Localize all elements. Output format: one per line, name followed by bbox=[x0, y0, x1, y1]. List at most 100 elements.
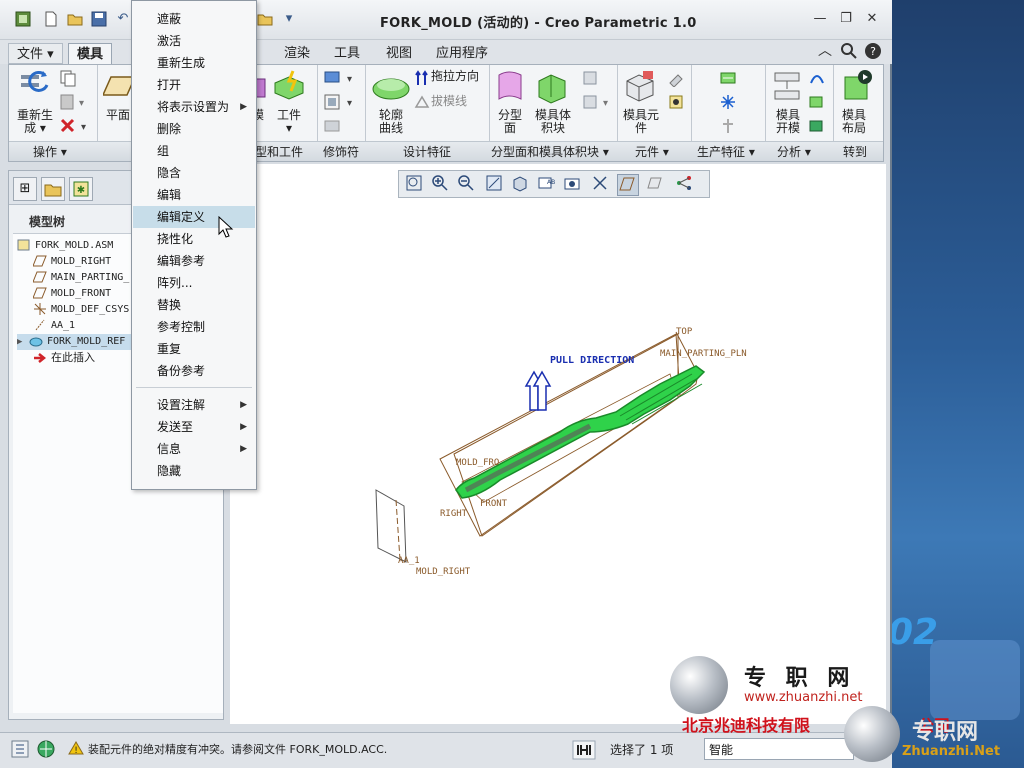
customize-toolbar-icon[interactable]: ▾ bbox=[280, 10, 298, 28]
production-feature-icon[interactable] bbox=[719, 69, 737, 90]
menu-item-regenerate[interactable]: 重新生成 bbox=[133, 52, 255, 74]
app-logo-icon[interactable] bbox=[14, 10, 32, 28]
maximize-button[interactable]: ❐ bbox=[836, 10, 856, 28]
group-model-workpiece[interactable]: 型和工件 bbox=[255, 144, 303, 160]
mold-component-button[interactable]: 模具元 件 bbox=[619, 109, 663, 135]
save-icon[interactable] bbox=[90, 10, 108, 28]
close-button[interactable]: ✕ bbox=[862, 10, 882, 28]
tree-item-main-parting[interactable]: MAIN_PARTING_ bbox=[33, 270, 129, 286]
analysis-draft-icon[interactable] bbox=[807, 69, 825, 90]
find-icon[interactable] bbox=[572, 740, 596, 763]
folder-icon[interactable] bbox=[256, 10, 274, 28]
cooling-icon[interactable] bbox=[719, 117, 737, 138]
group-modifiers[interactable]: 修饰符 bbox=[323, 144, 359, 160]
menu-item-info[interactable]: 信息 ▶ bbox=[133, 438, 255, 460]
layout-toggle-icon[interactable] bbox=[10, 739, 30, 762]
open-folder-icon[interactable] bbox=[66, 10, 84, 28]
sprue-icon[interactable] bbox=[719, 93, 737, 114]
workpiece-button[interactable]: 工件 ▾ bbox=[271, 109, 307, 135]
parting-surface-icon[interactable] bbox=[495, 69, 525, 108]
copy-icon[interactable] bbox=[59, 69, 77, 90]
menu-item-set-annotation[interactable]: 设置注解 ▶ bbox=[133, 394, 255, 416]
workpiece-icon[interactable] bbox=[271, 69, 307, 104]
component-tool-icon[interactable] bbox=[667, 69, 685, 90]
split-icon[interactable] bbox=[581, 69, 599, 90]
tab-applications[interactable]: 应用程序 bbox=[428, 43, 496, 64]
tab-mold[interactable]: 模具 bbox=[68, 43, 113, 64]
menu-item-group[interactable]: 组 bbox=[133, 140, 255, 162]
menu-item-suppress[interactable]: 隐含 bbox=[133, 162, 255, 184]
new-file-icon[interactable] bbox=[42, 10, 60, 28]
tree-item-mold-right[interactable]: MOLD_RIGHT bbox=[33, 254, 111, 270]
menu-item-pattern[interactable]: 阵列... bbox=[133, 272, 255, 294]
split-options-icon[interactable]: ▾ bbox=[581, 93, 613, 114]
tree-item-ref-model[interactable]: ▶ FORK_MOLD_REF bbox=[17, 334, 139, 350]
menu-item-edit-references[interactable]: 编辑参考 bbox=[133, 250, 255, 272]
folder-browser-tab-icon[interactable] bbox=[41, 177, 65, 201]
menu-item-delete[interactable]: 删除 bbox=[133, 118, 255, 140]
group-parting-volume[interactable]: 分型面和模具体积块 ▾ bbox=[491, 144, 609, 160]
draft-line-button[interactable]: 拔模线 bbox=[431, 95, 491, 108]
draft-line-icon[interactable] bbox=[413, 93, 431, 114]
menu-item-edit-definition[interactable]: 编辑定义 bbox=[133, 206, 255, 228]
mold-component-icon[interactable] bbox=[623, 69, 657, 106]
component-gear-icon[interactable] bbox=[667, 93, 685, 114]
tab-render[interactable]: 渲染 bbox=[276, 43, 318, 64]
modifier-pattern-icon[interactable]: ▾ bbox=[323, 93, 359, 114]
menu-item-flexible[interactable]: 挠性化 bbox=[133, 228, 255, 250]
regenerate-button[interactable]: 重新生 成 ▾ bbox=[13, 109, 57, 135]
tree-item-csys[interactable]: MOLD_DEF_CSYS bbox=[33, 302, 129, 318]
drag-direction-button[interactable]: 拖拉方向 bbox=[431, 70, 491, 83]
parting-surface-button[interactable]: 分型 面 bbox=[495, 109, 525, 135]
tree-item-mold-front[interactable]: MOLD_FRONT bbox=[33, 286, 111, 302]
menu-item-replace[interactable]: 替换 bbox=[133, 294, 255, 316]
modifier-gray-icon[interactable] bbox=[323, 117, 343, 138]
group-analysis[interactable]: 分析 ▾ bbox=[777, 144, 811, 160]
menu-item-set-representation[interactable]: 将表示设置为 ▶ bbox=[133, 96, 255, 118]
model-tree-tab-icon[interactable]: ⊞ bbox=[13, 177, 37, 201]
menu-item-open[interactable]: 打开 bbox=[133, 74, 255, 96]
analysis-thickness-icon[interactable] bbox=[807, 93, 825, 114]
menu-item-mask[interactable]: 遮蔽 bbox=[133, 8, 255, 30]
tab-view[interactable]: 视图 bbox=[378, 43, 420, 64]
group-operations[interactable]: 操作 ▾ bbox=[33, 144, 67, 160]
plane-button[interactable]: 平面 bbox=[103, 109, 133, 122]
mold-volume-button[interactable]: 模具体 积块 bbox=[527, 109, 579, 135]
tree-item-assembly[interactable]: FORK_MOLD.ASM bbox=[17, 238, 113, 254]
group-components[interactable]: 元件 ▾ bbox=[635, 144, 669, 160]
tab-tools[interactable]: 工具 bbox=[326, 43, 368, 64]
minimize-button[interactable]: — bbox=[810, 10, 830, 28]
help-icon[interactable]: ? bbox=[864, 42, 882, 60]
group-goto[interactable]: 转到 bbox=[843, 144, 867, 160]
regenerate-icon[interactable] bbox=[19, 69, 51, 104]
menu-item-reference-control[interactable]: 参考控制 bbox=[133, 316, 255, 338]
tab-file[interactable]: 文件 ▾ bbox=[8, 43, 63, 64]
menu-item-hide[interactable]: 隐藏 bbox=[133, 460, 255, 482]
mold-layout-icon[interactable] bbox=[841, 69, 873, 106]
drag-direction-icon[interactable] bbox=[413, 69, 431, 90]
silhouette-curve-icon[interactable] bbox=[371, 73, 411, 106]
group-design-features[interactable]: 设计特征 bbox=[403, 144, 451, 160]
undo-icon[interactable]: ↶ bbox=[114, 10, 132, 28]
mold-layout-button[interactable]: 模具 布局 bbox=[839, 109, 869, 135]
search-icon[interactable] bbox=[840, 42, 858, 60]
menu-item-edit[interactable]: 编辑 bbox=[133, 184, 255, 206]
mold-open-icon[interactable] bbox=[771, 69, 803, 106]
analysis-projected-area-icon[interactable] bbox=[807, 117, 825, 138]
menu-item-activate[interactable]: 激活 bbox=[133, 30, 255, 52]
mold-volume-icon[interactable] bbox=[535, 69, 571, 108]
silhouette-curve-button[interactable]: 轮廓 曲线 bbox=[371, 109, 411, 135]
tree-item-insert-here[interactable]: 在此插入 bbox=[33, 350, 95, 366]
paste-icon[interactable]: ▾ bbox=[59, 93, 87, 114]
group-production-features[interactable]: 生产特征 ▾ bbox=[697, 144, 755, 160]
menu-item-backup-references[interactable]: 备份参考 bbox=[133, 360, 255, 382]
browser-toggle-icon[interactable] bbox=[36, 739, 56, 762]
graphics-area[interactable]: AB PULL DIRECTION TOP MAIN_PARTING_PLN M… bbox=[230, 164, 886, 724]
mold-open-button[interactable]: 模具 开模 bbox=[773, 109, 803, 135]
menu-item-repeat[interactable]: 重复 bbox=[133, 338, 255, 360]
tree-item-axis[interactable]: AA_1 bbox=[33, 318, 75, 334]
modifier-sketch-icon[interactable]: ▾ bbox=[323, 69, 359, 90]
menu-item-send-to[interactable]: 发送至 ▶ bbox=[133, 416, 255, 438]
delete-icon[interactable]: ▾ bbox=[59, 117, 89, 138]
selection-filter[interactable]: 智能 bbox=[704, 738, 854, 760]
